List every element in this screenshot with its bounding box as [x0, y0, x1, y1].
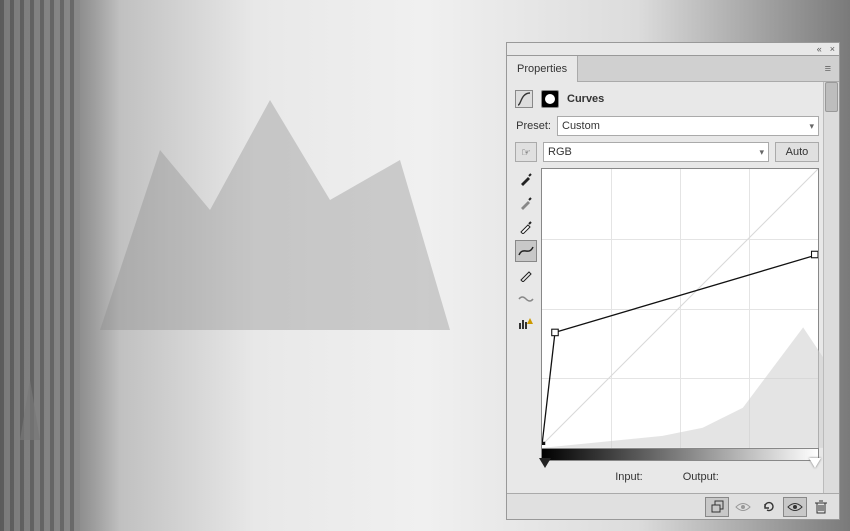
clip-to-layer-icon[interactable]	[705, 497, 729, 517]
input-output-row: Input: Output:	[515, 461, 819, 493]
input-gradient-strip	[541, 449, 819, 461]
target-adjustment-tool-icon[interactable]: ☞	[515, 142, 537, 162]
collapse-panel-icon[interactable]: «	[817, 44, 822, 54]
edit-points-tool-icon[interactable]	[515, 240, 537, 262]
toggle-visibility-icon[interactable]	[783, 497, 807, 517]
delete-adjustment-icon[interactable]	[809, 497, 833, 517]
channel-value: RGB	[548, 146, 572, 158]
channel-select[interactable]: RGB ▾	[543, 142, 769, 162]
reset-adjustment-icon[interactable]	[757, 497, 781, 517]
curve-canvas[interactable]	[541, 168, 819, 449]
black-point-eyedropper-icon[interactable]	[515, 168, 537, 190]
panel-body: Curves Preset: Custom ▾ ☞ RGB ▾ Auto	[507, 82, 839, 493]
preset-value: Custom	[562, 120, 600, 132]
black-point-slider[interactable]	[539, 458, 551, 468]
adjustment-title: Curves	[567, 93, 604, 105]
chevron-down-icon: ▾	[809, 121, 814, 132]
curves-adjustment-icon[interactable]	[515, 90, 533, 108]
curve-lines	[542, 169, 818, 445]
histogram-warning-icon[interactable]	[515, 312, 537, 334]
panel-topbar: « ×	[506, 42, 840, 56]
preset-row: Preset: Custom ▾	[515, 116, 819, 136]
channel-row: ☞ RGB ▾ Auto	[515, 142, 819, 162]
smooth-curve-icon[interactable]	[515, 288, 537, 310]
input-label: Input:	[615, 471, 643, 483]
output-label: Output:	[683, 471, 719, 483]
white-point-eyedropper-icon[interactable]	[515, 216, 537, 238]
curve-tools-column	[515, 168, 537, 461]
view-previous-state-icon[interactable]	[731, 497, 755, 517]
panel-bottom-bar	[507, 493, 839, 519]
curve-area	[515, 168, 819, 461]
chevron-down-icon: ▾	[759, 147, 764, 158]
close-panel-icon[interactable]: ×	[830, 44, 835, 54]
auto-button[interactable]: Auto	[775, 142, 819, 162]
white-point-slider[interactable]	[809, 458, 821, 468]
panel-scrollbar[interactable]	[823, 82, 839, 493]
gray-point-eyedropper-icon[interactable]	[515, 192, 537, 214]
tab-properties[interactable]: Properties	[507, 56, 578, 82]
panel-menu-icon[interactable]: ≡	[817, 63, 839, 75]
adjustment-title-row: Curves	[515, 90, 819, 108]
properties-panel: Properties ≡ Curves Preset: Custom ▾ ☞ R…	[506, 56, 840, 520]
panel-main-column: Curves Preset: Custom ▾ ☞ RGB ▾ Auto	[507, 82, 823, 493]
curve-box	[541, 168, 819, 461]
preset-label: Preset:	[515, 120, 551, 132]
image-mountain	[100, 70, 450, 330]
tabbar: Properties ≡	[507, 56, 839, 82]
layer-mask-icon[interactable]	[541, 90, 559, 108]
preset-select[interactable]: Custom ▾	[557, 116, 819, 136]
image-empire-state	[20, 380, 40, 440]
scrollbar-thumb[interactable]	[825, 82, 838, 112]
draw-curve-pencil-icon[interactable]	[515, 264, 537, 286]
